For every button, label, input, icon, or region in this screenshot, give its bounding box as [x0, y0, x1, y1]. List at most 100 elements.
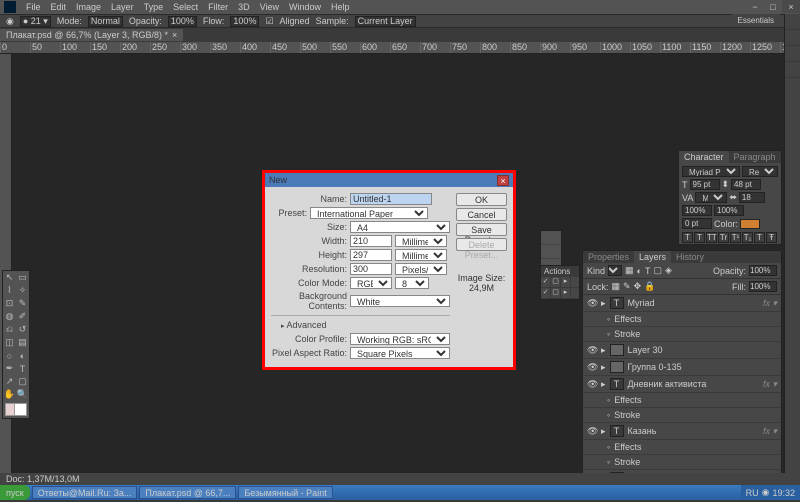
ok-button[interactable]: OK	[456, 193, 507, 206]
start-button[interactable]: пуск	[0, 485, 30, 500]
blur-tool[interactable]: ○	[3, 349, 16, 362]
zoom-tool[interactable]: 🔍	[16, 388, 29, 401]
layer-row[interactable]: 👁▸TMyriadfx ▾	[583, 295, 781, 312]
tool-preset-icon[interactable]: ◉	[6, 16, 14, 27]
visibility-icon[interactable]: 👁	[587, 298, 597, 309]
save-preset-button[interactable]: Save Preset...	[456, 223, 507, 236]
leading-field[interactable]	[731, 179, 761, 190]
history-brush-tool[interactable]: ↺	[16, 323, 29, 336]
path-tool[interactable]: ↗	[3, 375, 16, 388]
name-input[interactable]	[350, 193, 432, 205]
system-tray[interactable]: RU ◉ 19:32	[741, 485, 800, 500]
lock-all-icon[interactable]: 🔒	[644, 281, 655, 292]
gradient-tool[interactable]: ▤	[16, 336, 29, 349]
layer-row[interactable]: ◦ Stroke	[583, 327, 781, 342]
layer-row[interactable]: ◦ Effects	[583, 393, 781, 408]
menu-layer[interactable]: Layer	[107, 2, 138, 12]
eyedropper-tool[interactable]: ✎	[16, 297, 29, 310]
type-tool[interactable]: T	[16, 362, 29, 375]
pen-tool[interactable]: ✒	[3, 362, 16, 375]
resolution-unit-select[interactable]: Pixels/Inch	[395, 263, 447, 275]
sub-button[interactable]: T₁	[742, 232, 753, 243]
filter-shape-icon[interactable]: ▢	[653, 265, 662, 276]
tracking-field[interactable]	[739, 192, 765, 203]
taskbar-item[interactable]: Плакат.psd @ 66,7...	[139, 486, 236, 499]
tab-paragraph[interactable]: Paragraph	[729, 151, 781, 163]
expand-icon[interactable]: ▸	[601, 362, 606, 373]
layer-row[interactable]: ◦ Effects	[583, 312, 781, 327]
stamp-tool[interactable]: ⎌	[3, 323, 16, 336]
collapsed-panel-icon[interactable]	[785, 30, 800, 46]
layer-row[interactable]: ◦ Stroke	[583, 455, 781, 470]
document-tab[interactable]: Плакат.psd @ 66,7% (Layer 3, RGB/8) * ×	[0, 29, 183, 41]
collapsed-panel-icon[interactable]	[785, 62, 800, 78]
visibility-icon[interactable]: 👁	[587, 426, 597, 437]
layer-row[interactable]: 👁▸TКазаньfx ▾	[583, 423, 781, 440]
text-color-swatch[interactable]	[740, 219, 760, 229]
menu-3d[interactable]: 3D	[234, 2, 254, 12]
move-tool[interactable]: ↖	[3, 271, 16, 284]
profile-select[interactable]: Working RGB: sRGB IEC61966-2.1	[350, 333, 450, 345]
menu-filter[interactable]: Filter	[204, 2, 232, 12]
opacity-field[interactable]: 100%	[168, 16, 197, 27]
lock-trans-icon[interactable]: ▦	[612, 281, 621, 292]
actions-tab[interactable]: Actions	[541, 266, 579, 277]
blend-mode-select[interactable]: Normal	[88, 16, 123, 27]
expand-icon[interactable]: ▸	[601, 345, 606, 356]
lock-pos-icon[interactable]: ✥	[634, 281, 642, 292]
menu-type[interactable]: Type	[140, 2, 168, 12]
dialog-close-button[interactable]: ×	[497, 175, 509, 186]
tab-history[interactable]: History	[671, 251, 709, 263]
brush-tool[interactable]: ✐	[16, 310, 29, 323]
aligned-check[interactable]: ☑	[265, 16, 273, 27]
bold-button[interactable]: T	[682, 232, 693, 243]
advanced-toggle[interactable]: Advanced	[281, 320, 450, 330]
kind-select[interactable]	[608, 265, 622, 276]
layer-row[interactable]: 👁▸Layer 30	[583, 342, 781, 359]
expand-icon[interactable]: ▸	[601, 298, 606, 309]
layer-row[interactable]: ◦ Stroke	[583, 408, 781, 423]
super-button[interactable]: T¹	[730, 232, 741, 243]
minimize-button[interactable]: −	[746, 0, 764, 13]
shape-tool[interactable]: ▢	[16, 375, 29, 388]
underline-button[interactable]: T	[754, 232, 765, 243]
kerning-select[interactable]: Metrics	[695, 192, 727, 203]
menu-select[interactable]: Select	[169, 2, 202, 12]
bg-select[interactable]: White	[350, 295, 450, 307]
collapsed-panel-icon[interactable]	[785, 46, 800, 62]
filter-pixel-icon[interactable]: ▦	[625, 265, 634, 276]
height-input[interactable]	[350, 249, 392, 261]
sample-select[interactable]: Current Layer	[355, 16, 416, 27]
lock-pixel-icon[interactable]: ✎	[623, 281, 631, 292]
baseline-field[interactable]	[682, 218, 712, 229]
crop-tool[interactable]: ⊡	[3, 297, 16, 310]
font-size-field[interactable]	[690, 179, 720, 190]
float-icon-1[interactable]	[541, 231, 561, 245]
italic-button[interactable]: T	[694, 232, 705, 243]
color-swatch[interactable]	[5, 403, 27, 416]
tab-layers[interactable]: Layers	[634, 251, 671, 263]
wand-tool[interactable]: ✧	[16, 284, 29, 297]
tab-character[interactable]: Character	[679, 151, 729, 163]
height-unit-select[interactable]: Millimeters	[395, 249, 447, 261]
maximize-button[interactable]: □	[764, 0, 782, 13]
menu-help[interactable]: Help	[327, 2, 354, 12]
caps-button[interactable]: TT	[706, 232, 717, 243]
background-color[interactable]	[14, 403, 27, 416]
collapsed-panel-icon[interactable]	[785, 14, 800, 30]
cancel-button[interactable]: Cancel	[456, 208, 507, 221]
layer-opacity-field[interactable]	[749, 265, 777, 276]
vscale-field[interactable]	[682, 205, 712, 216]
workspace-switcher[interactable]: Essentials	[732, 14, 780, 27]
taskbar-item[interactable]: Ответы@Mail.Ru: За...	[32, 486, 138, 499]
menu-file[interactable]: File	[22, 2, 45, 12]
menu-view[interactable]: View	[256, 2, 283, 12]
filter-adjust-icon[interactable]: ◐	[637, 266, 642, 276]
smallcaps-button[interactable]: Tr	[718, 232, 729, 243]
strike-button[interactable]: Ŧ	[766, 232, 777, 243]
resolution-input[interactable]	[350, 263, 392, 275]
size-select[interactable]: A4	[350, 221, 450, 233]
bitdepth-select[interactable]: 8 bit	[395, 277, 429, 289]
tab-close-icon[interactable]: ×	[172, 30, 177, 40]
close-button[interactable]: ×	[782, 0, 800, 13]
